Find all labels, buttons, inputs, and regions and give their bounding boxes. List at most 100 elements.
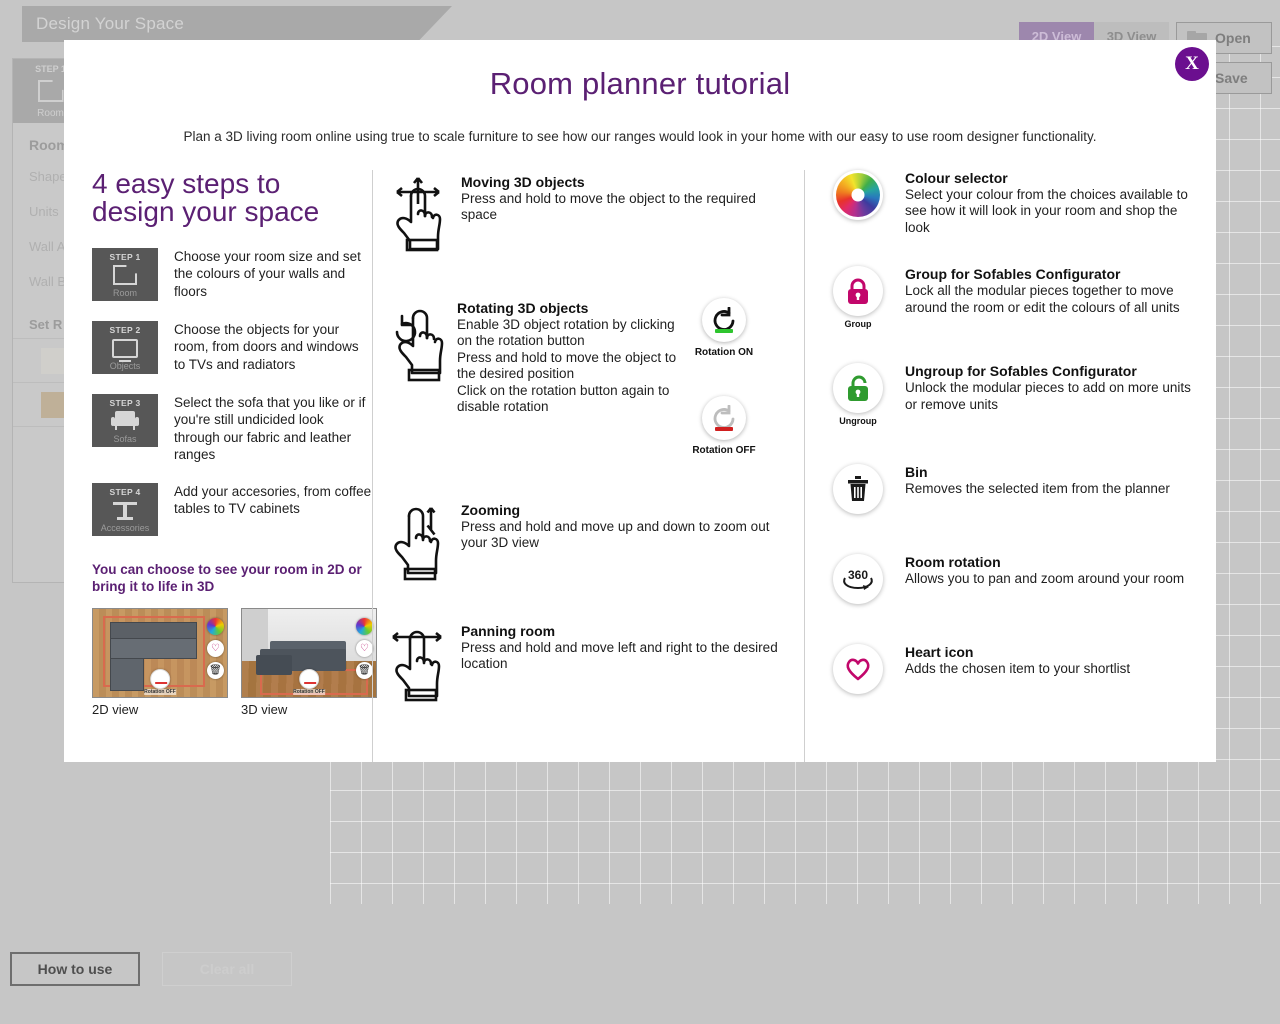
tool-title: Colour selector (905, 170, 1008, 186)
step-item-room: STEP 1 Room Choose your room size and se… (92, 248, 372, 301)
tool-text: Heart icon Adds the chosen item to your … (905, 644, 1130, 677)
gestures-column: Moving 3D objects Press and hold to move… (372, 170, 804, 762)
step-description: Choose the objects for your room, from d… (174, 322, 359, 372)
modal-subtitle: Plan a 3D living room online using true … (183, 129, 1097, 144)
sofa-back (110, 621, 197, 639)
colour-wheel-icon (833, 170, 883, 220)
thumbnail-toolbar: ♡ 🗑 (356, 617, 373, 679)
tool-title: Group for Sofables Configurator (905, 266, 1121, 283)
tool-icon-wrap[interactable]: Ungroup (827, 363, 889, 426)
room-icon (113, 262, 137, 288)
tool-sublabel: Ungroup (839, 416, 877, 427)
trash-icon[interactable]: 🗑 (356, 661, 373, 679)
gesture-title: Rotating 3D objects (457, 300, 589, 316)
rotation-button-label: Rotation ON (694, 347, 754, 358)
tool-text: Room rotation Allows you to pan and zoom… (905, 554, 1184, 587)
tool-icon-wrap[interactable] (827, 644, 889, 695)
tool-title: Ungroup for Sofables Configurator (905, 363, 1137, 380)
heart-icon[interactable]: ♡ (356, 639, 373, 657)
gesture-text: Moving 3D objects Press and hold to move… (461, 174, 785, 259)
gesture-title: Zooming (461, 502, 521, 518)
rotate-ccw-icon (702, 396, 746, 440)
rotation-badge[interactable]: Rotation OFF (144, 668, 176, 695)
room-icon (37, 80, 64, 102)
tool-ungroup: Ungroup Ungroup for Sofables Configurato… (827, 363, 1216, 426)
step-label: STEP 1 (109, 252, 141, 262)
tool-sublabel: Group (844, 319, 872, 330)
monitor-icon (112, 335, 138, 361)
views-heading: You can choose to see your room in 2D or… (92, 562, 362, 594)
view-example-3d: ♡ 🗑 Rotation OFF 3D view (241, 607, 377, 717)
360-icon: 360 (833, 554, 883, 605)
rotation-off-button[interactable]: Rotation OFF (688, 396, 760, 456)
tool-bin: Bin Removes the selected item from the p… (827, 464, 1216, 515)
step-item-accessories: STEP 4 Accessories Add your accesories, … (92, 483, 372, 537)
hand-zoom-icon (385, 502, 451, 587)
tool-description: Adds the chosen item to your shortlist (905, 661, 1131, 677)
step-item-sofas: STEP 3 Sofas Select the sofa that you li… (92, 394, 372, 463)
tool-description: Unlock the modular pieces to add on more… (905, 380, 1191, 412)
step-label: STEP 4 (109, 487, 141, 498)
lock-open-icon (833, 363, 883, 414)
gesture-title: Moving 3D objects (461, 174, 585, 190)
gesture-description: Enable 3D object rotation by clicking on… (457, 317, 677, 415)
tutorial-modal: Room planner tutorial Plan a 3D living r… (64, 40, 1216, 762)
gesture-zooming: Zooming Press and hold and move up and d… (385, 502, 785, 587)
rotate-ccw-icon (149, 668, 170, 689)
step-tile-objects[interactable]: STEP 2 Objects (92, 321, 158, 374)
tools-column: Colour selector Select your colour from … (804, 170, 1216, 762)
sofa-seat (110, 637, 197, 659)
tool-icon-wrap[interactable]: 360 (827, 554, 889, 605)
gesture-description: Press and hold and move up and down to z… (461, 519, 770, 551)
thumbnail-caption: 2D view (92, 701, 139, 717)
tool-icon-wrap[interactable]: Group (827, 266, 889, 329)
rotation-on-button[interactable]: Rotation ON (688, 298, 760, 358)
step-tile-room[interactable]: STEP 1 Room (92, 248, 158, 301)
tool-colour-selector: Colour selector Select your colour from … (827, 170, 1216, 236)
gesture-description: Press and hold and move left and right t… (461, 640, 778, 672)
step-name: Accessories (100, 523, 150, 534)
trash-icon[interactable]: 🗑 (207, 661, 224, 679)
step-description: Select the sofa that you like or if you'… (174, 395, 366, 462)
save-button-label: Save (1215, 70, 1248, 86)
gesture-panning-room: Panning room Press and hold and move lef… (385, 623, 785, 708)
gesture-description: Press and hold to move the object to the… (461, 191, 756, 223)
gesture-rotating-3d-objects: Rotating 3D objects Enable 3D object rot… (381, 300, 681, 416)
lock-closed-icon (833, 266, 883, 317)
sofa-icon (111, 408, 139, 434)
trash-icon (833, 464, 883, 515)
accessories-icon (113, 497, 137, 523)
step-name: Sofas (113, 434, 137, 444)
view-examples: ♡ 🗑 Rotation OFF 2D view ♡ 🗑 Rotation OF… (92, 607, 377, 717)
tool-icon-wrap[interactable] (827, 170, 889, 220)
step-label: STEP 3 (109, 398, 141, 408)
step-name: Objects (109, 361, 141, 371)
tool-icon-wrap[interactable] (827, 464, 889, 515)
hand-rotate-icon (381, 300, 447, 416)
gesture-text: Rotating 3D objects Enable 3D object rot… (457, 300, 681, 416)
thumbnail-3d[interactable]: ♡ 🗑 Rotation OFF (241, 607, 377, 698)
rotate-ccw-icon (298, 668, 319, 689)
thumbnail-toolbar: ♡ 🗑 (207, 617, 224, 679)
clear-all-button[interactable]: Clear all (162, 952, 292, 986)
rotation-badge[interactable]: Rotation OFF (293, 668, 325, 695)
sofa-chaise (110, 657, 144, 691)
step-tile-accessories[interactable]: STEP 4 Accessories (92, 483, 158, 537)
colour-wheel-icon[interactable] (356, 617, 373, 635)
heart-icon (833, 644, 883, 695)
thumbnail-2d[interactable]: ♡ 🗑 Rotation OFF (92, 607, 228, 698)
heart-icon[interactable]: ♡ (207, 639, 224, 657)
close-button[interactable]: X (1175, 47, 1209, 81)
tool-title: Room rotation (905, 554, 1001, 571)
how-to-use-button[interactable]: How to use (10, 952, 140, 986)
step-tile-sofas[interactable]: STEP 3 Sofas (92, 394, 158, 447)
tool-text: Colour selector Select your colour from … (905, 170, 1205, 236)
tool-text: Bin Removes the selected item from the p… (905, 464, 1170, 497)
app-title: Design Your Space (36, 14, 185, 33)
colour-wheel-icon[interactable] (207, 617, 224, 635)
modal-title: Room planner tutorial (489, 66, 791, 101)
gesture-title: Panning room (461, 623, 556, 639)
tool-description: Removes the selected item from the plann… (905, 481, 1170, 497)
gesture-text: Zooming Press and hold and move up and d… (461, 502, 785, 587)
gesture-moving-3d-objects: Moving 3D objects Press and hold to move… (385, 174, 785, 259)
